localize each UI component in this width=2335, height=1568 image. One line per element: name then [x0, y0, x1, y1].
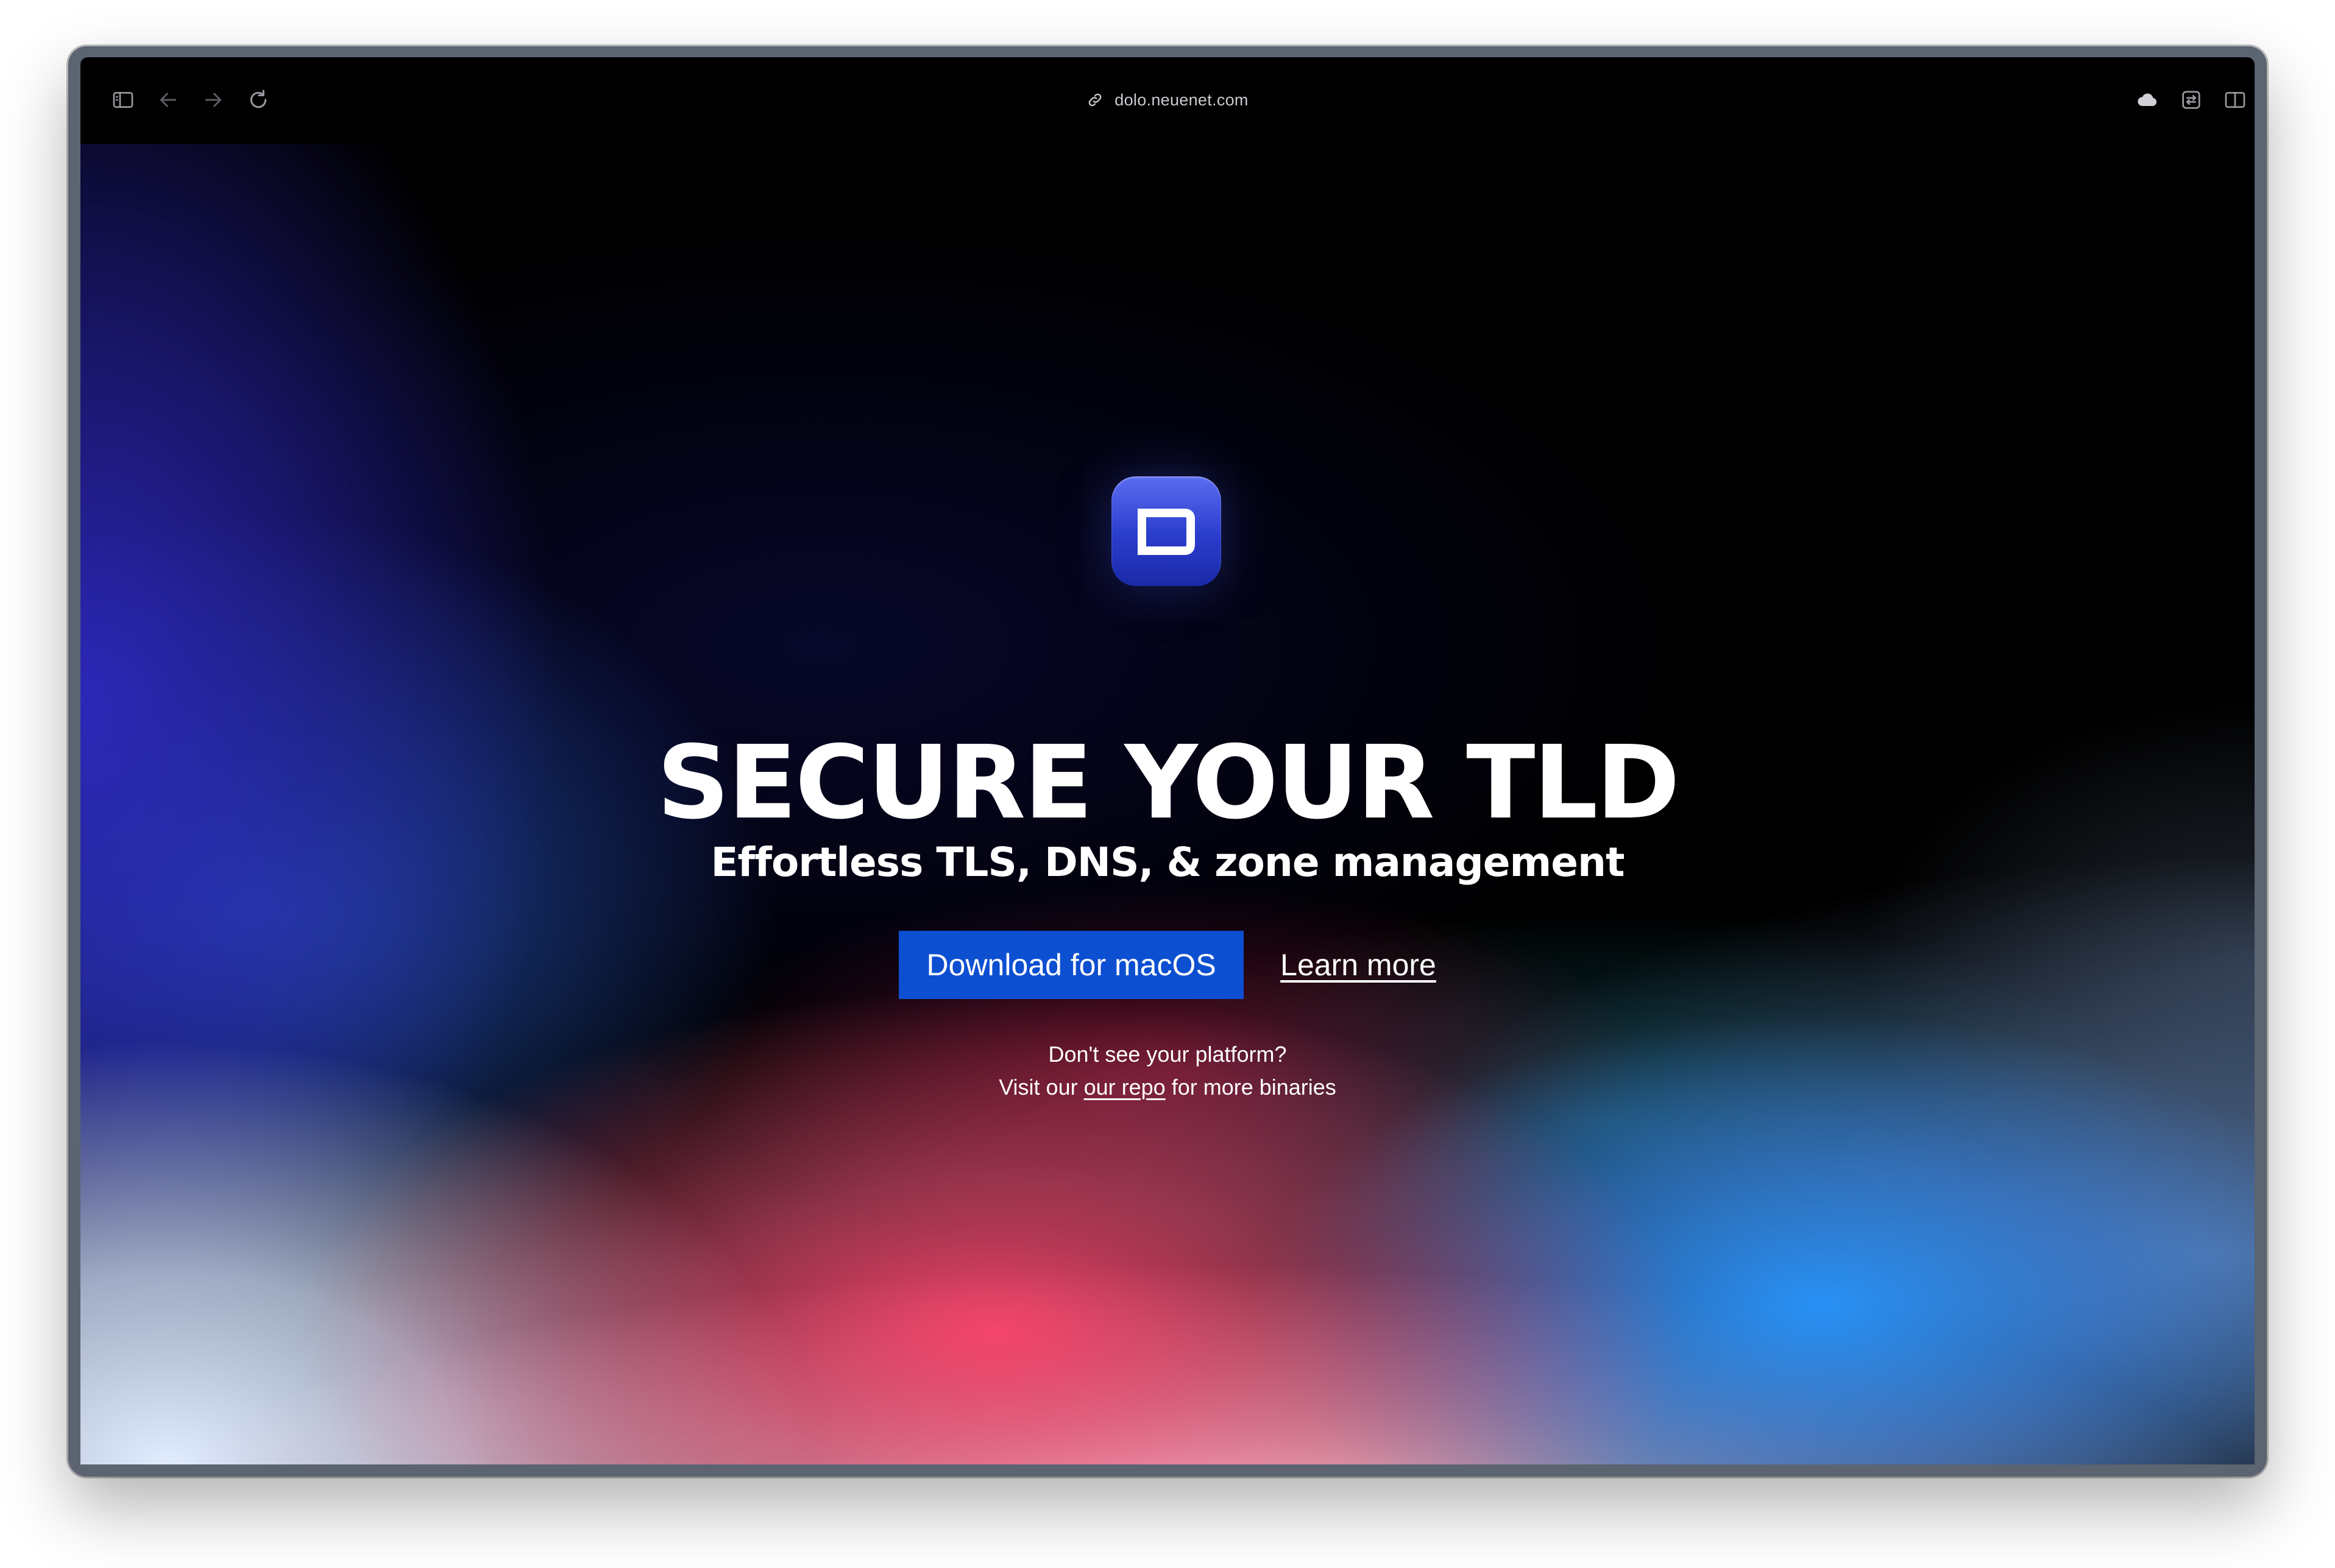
web-page: SECURE YOUR TLD Effortless TLS, DNS, & z…: [80, 144, 2255, 1464]
split-view-icon[interactable]: [2217, 82, 2253, 118]
url-text: dolo.neuenet.com: [1114, 90, 1249, 109]
hero-headline: SECURE YOUR TLD: [656, 724, 1680, 842]
platform-repo-line: Visit our our repo for more binaries: [80, 1071, 2255, 1104]
address-bar[interactable]: dolo.neuenet.com: [80, 82, 2255, 118]
cloud-icon[interactable]: [2129, 82, 2166, 118]
extension-icon[interactable]: [2173, 82, 2209, 118]
app-logo-icon: [1111, 476, 1221, 586]
browser-toolbar: dolo.neuenet.com: [80, 57, 2255, 144]
learn-more-link[interactable]: Learn more: [1280, 947, 1436, 983]
platform-note: Don't see your platform? Visit our our r…: [80, 1038, 2255, 1104]
hero-section: SECURE YOUR TLD Effortless TLS, DNS, & z…: [80, 144, 2255, 1464]
repo-line-suffix: for more binaries: [1165, 1075, 1336, 1100]
link-icon: [1088, 93, 1102, 107]
browser-window: dolo.neuenet.com SECURE YOUR TLD Effortl…: [68, 46, 2267, 1477]
platform-question: Don't see your platform?: [1048, 1042, 1287, 1067]
hero-subheadline: Effortless TLS, DNS, & zone management: [710, 839, 1625, 886]
download-macos-button[interactable]: Download for macOS: [899, 931, 1244, 999]
cta-row: Download for macOS Learn more: [80, 931, 2255, 999]
repo-line-prefix: Visit our: [999, 1075, 1084, 1100]
repo-link[interactable]: our repo: [1084, 1075, 1166, 1100]
